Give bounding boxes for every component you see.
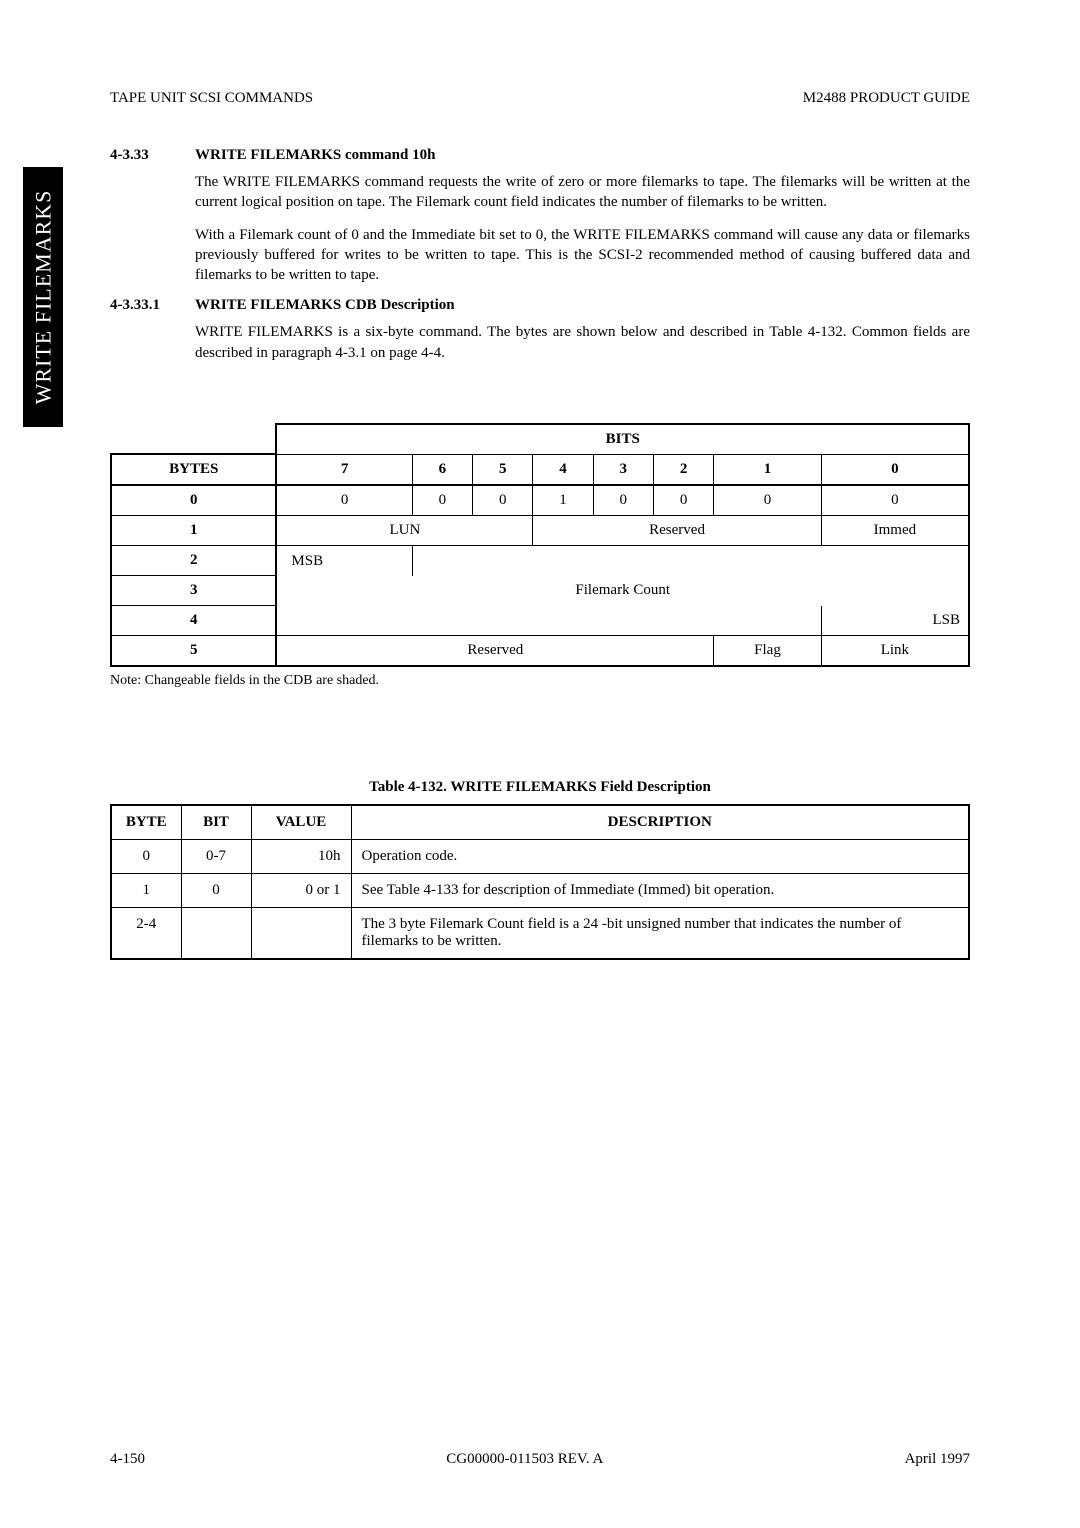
r2-byte: 2-4: [111, 908, 181, 960]
b0-5: 0: [473, 485, 533, 516]
b5-link: Link: [821, 636, 969, 667]
byte-0: 0: [111, 485, 276, 516]
b0-2: 0: [653, 485, 713, 516]
desc-h-desc: DESCRIPTION: [351, 805, 969, 840]
b4-lsb: LSB: [821, 606, 969, 636]
b0-7: 0: [276, 485, 412, 516]
table-row: 0 0-7 10h Operation code.: [111, 840, 969, 874]
r0-desc: Operation code.: [351, 840, 969, 874]
r2-value: [251, 908, 351, 960]
r0-value: 10h: [251, 840, 351, 874]
bit-col-5: 5: [473, 454, 533, 485]
b3-filemark: Filemark Count: [276, 576, 969, 606]
b0-6: 0: [412, 485, 472, 516]
section-num: 4-3.33: [110, 147, 195, 164]
header-right: M2488 PRODUCT GUIDE: [803, 90, 970, 107]
b0-4: 1: [533, 485, 593, 516]
byte-2: 2: [111, 546, 276, 576]
section-4-3-33-1: 4-3.33.1 WRITE FILEMARKS CDB Description…: [110, 297, 970, 363]
bytes-header: BYTES: [111, 454, 276, 485]
cdb-table-wrap: BITS BYTES 7 6 5 4 3 2 1 0 0 0 0 0 1 0 0…: [110, 423, 970, 690]
desc-h-value: VALUE: [251, 805, 351, 840]
byte-5: 5: [111, 636, 276, 667]
desc-table: BYTE BIT VALUE DESCRIPTION 0 0-7 10h Ope…: [110, 804, 970, 960]
b1-lun: LUN: [276, 516, 532, 546]
r0-byte: 0: [111, 840, 181, 874]
side-tab: WRITE FILEMARKS: [23, 167, 63, 427]
bit-col-3: 3: [593, 454, 653, 485]
cdb-table: BITS BYTES 7 6 5 4 3 2 1 0 0 0 0 0 1 0 0…: [110, 423, 970, 668]
section-num: 4-3.33.1: [110, 297, 195, 314]
desc-h-bit: BIT: [181, 805, 251, 840]
table-row: 2-4 The 3 byte Filemark Count field is a…: [111, 908, 969, 960]
b2-msb: MSB: [276, 546, 412, 576]
byte-3: 3: [111, 576, 276, 606]
section-title: WRITE FILEMARKS command 10h: [195, 147, 435, 164]
b0-1: 0: [714, 485, 822, 516]
bit-col-6: 6: [412, 454, 472, 485]
byte-1: 1: [111, 516, 276, 546]
r1-bit: 0: [181, 874, 251, 908]
bit-col-0: 0: [821, 454, 969, 485]
footer-left: 4-150: [110, 1451, 145, 1468]
side-tab-text: WRITE FILEMARKS: [30, 190, 56, 405]
cdb-note: Note: Changeable fields in the CDB are s…: [110, 673, 970, 689]
section-4-3-33: 4-3.33 WRITE FILEMARKS command 10h The W…: [110, 147, 970, 285]
r1-value: 0 or 1: [251, 874, 351, 908]
page-header: TAPE UNIT SCSI COMMANDS M2488 PRODUCT GU…: [110, 90, 970, 107]
bit-col-1: 1: [714, 454, 822, 485]
page-footer: 4-150 CG00000-011503 REV. A April 1997: [110, 1451, 970, 1468]
byte-4: 4: [111, 606, 276, 636]
b0-3: 0: [593, 485, 653, 516]
section-title: WRITE FILEMARKS CDB Description: [195, 297, 455, 314]
b1-reserved: Reserved: [533, 516, 821, 546]
b5-flag: Flag: [714, 636, 822, 667]
b0-0: 0: [821, 485, 969, 516]
r1-desc: See Table 4-133 for description of Immed…: [351, 874, 969, 908]
r2-bit: [181, 908, 251, 960]
desc-table-caption: Table 4-132. WRITE FILEMARKS Field Descr…: [110, 779, 970, 796]
footer-right: April 1997: [905, 1451, 970, 1468]
r0-bit: 0-7: [181, 840, 251, 874]
desc-h-byte: BYTE: [111, 805, 181, 840]
bit-col-7: 7: [276, 454, 412, 485]
bit-col-2: 2: [653, 454, 713, 485]
r1-byte: 1: [111, 874, 181, 908]
bit-col-4: 4: [533, 454, 593, 485]
section1-p1: The WRITE FILEMARKS command requests the…: [195, 172, 970, 213]
table-row: 1 0 0 or 1 See Table 4-133 for descripti…: [111, 874, 969, 908]
footer-center: CG00000-011503 REV. A: [446, 1451, 603, 1468]
r2-desc: The 3 byte Filemark Count field is a 24 …: [351, 908, 969, 960]
b1-immed: Immed: [821, 516, 969, 546]
bits-header: BITS: [276, 424, 969, 455]
header-left: TAPE UNIT SCSI COMMANDS: [110, 90, 313, 107]
b2-empty: [412, 546, 969, 576]
b5-reserved: Reserved: [276, 636, 713, 667]
section1-p2: With a Filemark count of 0 and the Immed…: [195, 225, 970, 286]
b4-empty: [276, 606, 821, 636]
section2-p1: WRITE FILEMARKS is a six-byte command. T…: [195, 322, 970, 363]
